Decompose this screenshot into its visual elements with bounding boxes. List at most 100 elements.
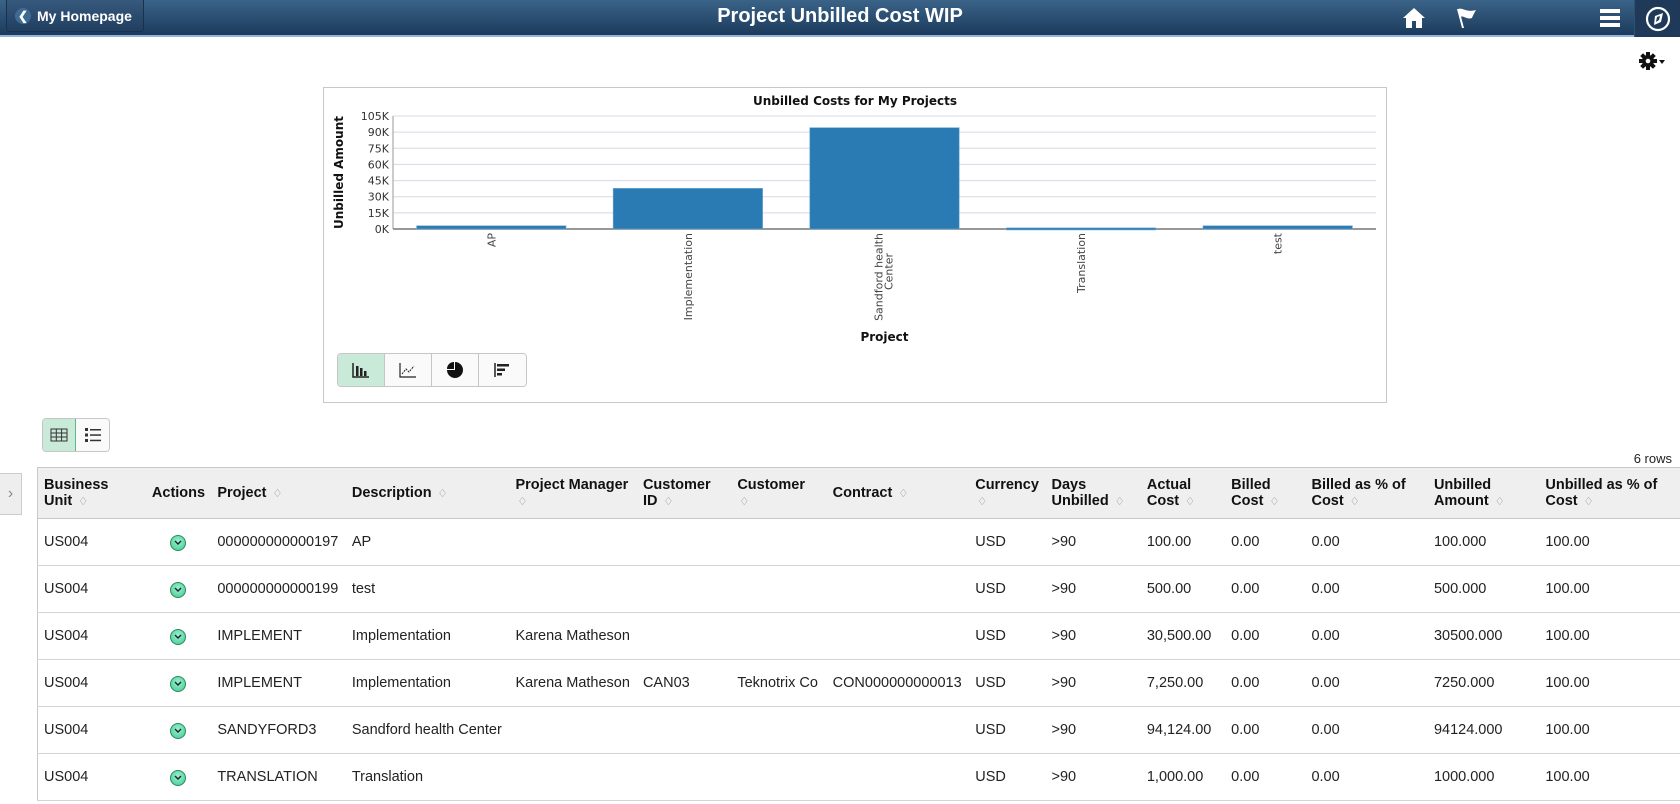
column-header-customer-id[interactable]: Customer ID ♢ (636, 467, 732, 519)
table-row: US004 000000000000197 AP USD >90 100.00 0.00 0.… (37, 518, 1680, 566)
column-header-label: Currency (975, 476, 1039, 493)
cell-days-unbilled: >90 (1045, 659, 1141, 707)
cell-contract: CON000000000013 (826, 659, 970, 707)
cell-customer (731, 753, 827, 801)
bar-chart-type-button[interactable] (338, 354, 385, 386)
list-view-icon (84, 428, 101, 442)
cell-billed-cost: 0.00 (1225, 518, 1306, 566)
cell-days-unbilled: >90 (1045, 706, 1141, 754)
sort-icon[interactable]: ♢ (1350, 494, 1360, 510)
cell-unbilled-amount: 7250.000 (1427, 659, 1540, 707)
cell-currency: USD (969, 706, 1046, 754)
cell-project: TRANSLATION (211, 753, 346, 801)
settings-gear-button[interactable] (1638, 50, 1668, 72)
navbar-compass-icon[interactable] (1634, 0, 1680, 37)
sort-icon[interactable]: ♢ (273, 486, 283, 502)
column-header-description[interactable]: Description ♢ (345, 467, 510, 519)
page-title: Project Unbilled Cost WIP (717, 5, 963, 27)
sort-icon[interactable]: ♢ (977, 494, 987, 510)
related-actions-chevron-icon[interactable] (169, 675, 186, 692)
horizontal-bar-chart-type-button[interactable] (479, 354, 526, 386)
sort-icon[interactable]: ♢ (438, 486, 448, 502)
related-actions-chevron-icon[interactable] (169, 581, 186, 598)
cell-actual-cost: 500.00 (1140, 565, 1226, 613)
sort-icon[interactable]: ♢ (663, 494, 673, 510)
cell-unbilled-amount: 94124.000 (1427, 706, 1540, 754)
column-header-project[interactable]: Project ♢ (211, 467, 346, 519)
column-header-label: Customer (737, 476, 805, 493)
side-panel-toggle[interactable]: › (0, 473, 22, 515)
cell-description: Implementation (345, 659, 510, 707)
cell-billed-as-of-cost: 0.00 (1305, 518, 1428, 566)
cell-project-manager (509, 706, 637, 754)
grid-view-button[interactable] (43, 419, 76, 451)
y-tick-label: 105K (361, 110, 390, 123)
home-icon[interactable] (1400, 4, 1428, 32)
line-chart-type-button[interactable] (385, 354, 432, 386)
sort-icon[interactable]: ♢ (517, 494, 527, 510)
column-header-actions: Actions (145, 467, 212, 519)
cell-customer-id: CAN03 (636, 659, 732, 707)
related-actions-chevron-icon[interactable] (169, 769, 186, 786)
actions-cell (145, 706, 212, 754)
cell-unbilled-as-of-cost: 100.00 (1539, 706, 1680, 754)
cell-contract (826, 518, 970, 566)
cell-billed-cost: 0.00 (1225, 612, 1306, 660)
chevron-left-icon: ❮ (15, 7, 31, 24)
related-actions-chevron-icon[interactable] (169, 722, 186, 739)
flag-icon[interactable] (1452, 4, 1480, 32)
cell-currency: USD (969, 753, 1046, 801)
related-actions-chevron-icon[interactable] (169, 534, 186, 551)
table-row: US004 000000000000199 test USD >90 500.00 0.00… (37, 565, 1680, 613)
actions-cell (145, 565, 212, 613)
sort-icon[interactable]: ♢ (1269, 494, 1279, 510)
related-actions-chevron-icon[interactable] (169, 628, 186, 645)
column-header-billed-as-of-cost[interactable]: Billed as % of Cost ♢ (1305, 467, 1428, 519)
back-button-label: My Homepage (37, 7, 132, 24)
view-toggle (42, 418, 110, 452)
bar-chart: 0K 15K 30K 45K 60K 75K 90K 105K AP Implementation… (332, 110, 1376, 344)
pie-chart-type-button[interactable] (432, 354, 479, 386)
x-tick-label: test (1272, 232, 1285, 254)
cell-actual-cost: 94,124.00 (1140, 706, 1226, 754)
cell-description: Sandford health Center (345, 706, 510, 754)
column-header-contract[interactable]: Contract ♢ (826, 467, 970, 519)
x-tick-label: Implementation (682, 233, 695, 320)
sort-icon[interactable]: ♢ (898, 486, 908, 502)
sort-icon[interactable]: ♢ (78, 494, 88, 510)
cell-customer-id (636, 518, 732, 566)
cell-unbilled-amount: 30500.000 (1427, 612, 1540, 660)
cell-customer (731, 612, 827, 660)
column-header-label: Description (351, 484, 432, 501)
cell-actual-cost: 100.00 (1140, 518, 1226, 566)
sort-icon[interactable]: ♢ (739, 494, 749, 510)
sort-icon[interactable]: ♢ (1584, 494, 1594, 510)
cell-billed-as-of-cost: 0.00 (1305, 753, 1428, 801)
back-to-homepage-button[interactable]: ❮ My Homepage (6, 0, 144, 32)
cell-project: IMPLEMENT (211, 659, 346, 707)
list-view-button[interactable] (76, 419, 109, 451)
table-row: US004 SANDYFORD3 Sandford health Center USD… (37, 706, 1680, 754)
column-header-project-manager[interactable]: Project Manager ♢ (509, 467, 637, 519)
column-header-business-unit[interactable]: Business Unit ♢ (37, 467, 146, 519)
column-header-billed-cost[interactable]: Billed Cost ♢ (1225, 467, 1306, 519)
table-row: US004 IMPLEMENT Implementation Karena Mathe… (37, 612, 1680, 660)
actions-menu-icon[interactable] (1596, 4, 1624, 32)
sort-icon[interactable]: ♢ (1185, 494, 1195, 510)
sort-icon[interactable]: ♢ (1115, 494, 1125, 510)
column-header-days-unbilled[interactable]: Days Unbilled ♢ (1045, 467, 1141, 519)
cell-business-unit: US004 (37, 706, 146, 754)
column-header-label: Project Manager (515, 476, 629, 493)
column-header-currency[interactable]: Currency ♢ (969, 467, 1046, 519)
grid-header-row: Business Unit ♢ Actions Project ♢ Descripti… (37, 467, 1680, 519)
cell-project-manager (509, 565, 637, 613)
cell-unbilled-amount: 100.000 (1427, 518, 1540, 566)
sort-icon[interactable]: ♢ (1495, 494, 1505, 510)
cell-days-unbilled: >90 (1045, 612, 1141, 660)
column-header-unbilled-amount[interactable]: Unbilled Amount ♢ (1427, 467, 1540, 519)
column-header-actual-cost[interactable]: Actual Cost ♢ (1140, 467, 1226, 519)
column-header-unbilled-as-of-cost[interactable]: Unbilled as % of Cost ♢ (1539, 467, 1680, 519)
column-header-customer[interactable]: Customer ♢ (731, 467, 827, 519)
cell-billed-as-of-cost: 0.00 (1305, 659, 1428, 707)
cell-actual-cost: 30,500.00 (1140, 612, 1226, 660)
